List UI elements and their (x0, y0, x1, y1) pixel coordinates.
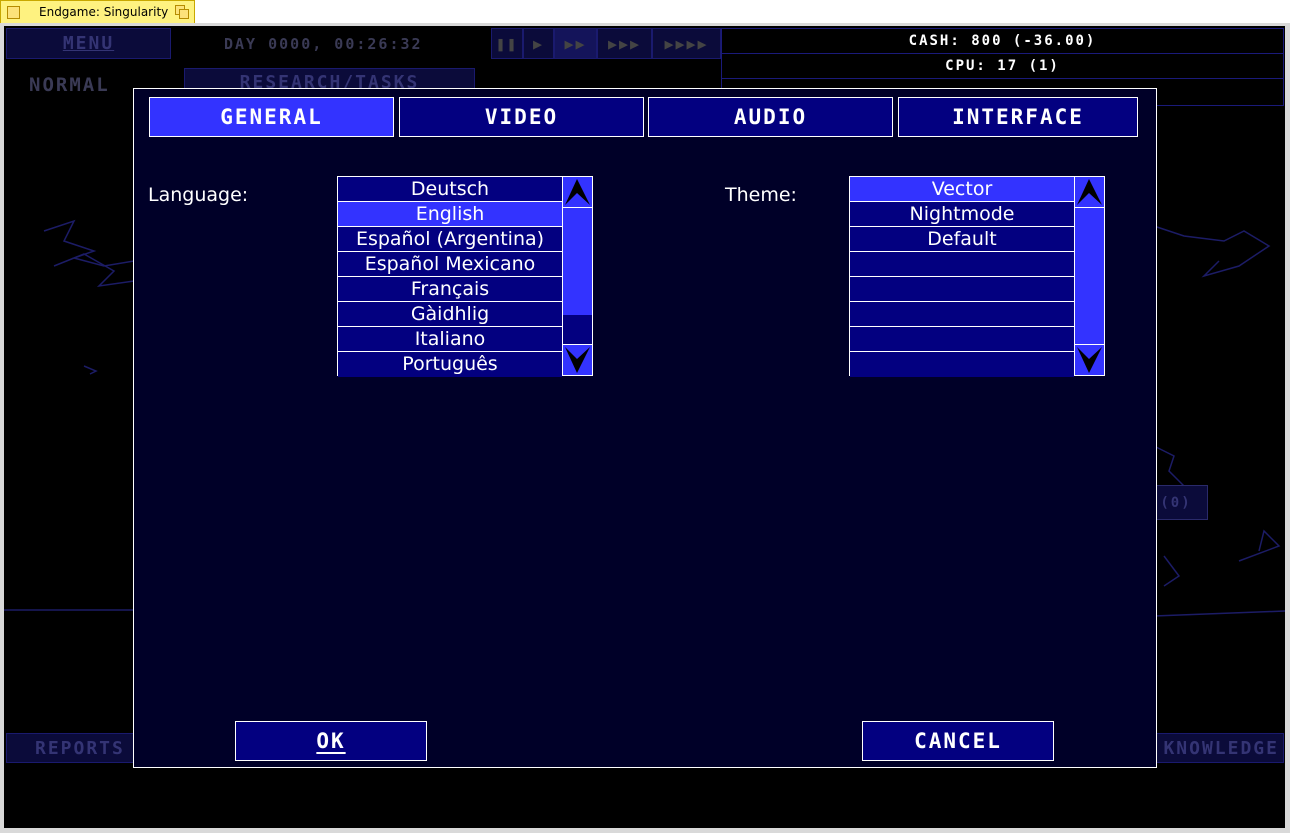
tab-interface[interactable]: INTERFACE (898, 97, 1138, 137)
theme-option-selected[interactable]: Vector (850, 177, 1074, 202)
language-option[interactable]: Gàidhlig (338, 302, 562, 327)
speed-2-button[interactable]: ▶▶ (554, 28, 597, 59)
scroll-down-arrow-icon[interactable] (1075, 344, 1104, 375)
theme-option-empty (850, 302, 1074, 327)
theme-list[interactable]: Vector Nightmode Default (849, 176, 1105, 377)
language-option[interactable]: Français (338, 277, 562, 302)
app-icon (7, 6, 20, 19)
tab-general-label: GENERAL (220, 105, 323, 129)
map-base-label: (0) (1160, 494, 1192, 511)
ok-button[interactable]: OK (235, 721, 427, 761)
language-option[interactable]: Português (338, 352, 562, 377)
knowledge-label: KNOWLEDGE (1163, 737, 1279, 759)
language-option-selected[interactable]: English (338, 202, 562, 227)
language-list[interactable]: Deutsch English Español (Argentina) Espa… (337, 176, 593, 377)
language-label: Language: (148, 184, 249, 206)
reports-label: REPORTS (35, 737, 125, 759)
scroll-down-arrow-icon[interactable] (563, 344, 592, 375)
scrollbar-track[interactable] (563, 315, 592, 344)
tab-audio-label: AUDIO (733, 105, 808, 129)
cpu-display: CPU: 17 (1) (721, 53, 1284, 79)
menu-button[interactable]: MENU (6, 28, 171, 59)
speed-pause-button[interactable]: ❚❚ (491, 28, 523, 59)
language-option[interactable]: Deutsch (338, 177, 562, 202)
language-scrollbar[interactable] (562, 177, 592, 375)
reports-button[interactable]: REPORTS (6, 733, 141, 763)
game-clock: DAY 0000, 00:26:32 (224, 35, 423, 53)
theme-option[interactable]: Default (850, 227, 1074, 252)
ok-label: OK (316, 729, 346, 753)
theme-option-empty (850, 327, 1074, 352)
language-option[interactable]: Español (Argentina) (338, 227, 562, 252)
scroll-up-arrow-icon[interactable] (1075, 177, 1104, 208)
theme-option-empty (850, 352, 1074, 377)
theme-option-empty (850, 252, 1074, 277)
speed-1-button[interactable]: ▶ (523, 28, 554, 59)
tab-video-label: VIDEO (484, 105, 559, 129)
tab-audio[interactable]: AUDIO (648, 97, 893, 137)
cancel-button[interactable]: CANCEL (862, 721, 1054, 761)
theme-label: Theme: (725, 184, 797, 206)
tab-general[interactable]: GENERAL (149, 97, 394, 137)
theme-scrollbar[interactable] (1074, 177, 1104, 375)
cancel-label: CANCEL (914, 729, 1002, 753)
restore-icon[interactable] (175, 5, 189, 19)
window-title: Endgame: Singularity (39, 5, 169, 19)
knowledge-button[interactable]: KNOWLEDGE (1144, 733, 1284, 763)
tab-interface-label: INTERFACE (952, 105, 1084, 129)
language-option[interactable]: Español Mexicano (338, 252, 562, 277)
theme-option-empty (850, 277, 1074, 302)
language-option[interactable]: Italiano (338, 327, 562, 352)
speed-3-button[interactable]: ▶▶▶ (597, 28, 652, 59)
menu-label: MENU (62, 33, 115, 54)
cash-display: CASH: 800 (-36.00) (721, 28, 1284, 54)
scroll-up-arrow-icon[interactable] (563, 177, 592, 208)
difficulty-label: NORMAL (29, 74, 110, 96)
speed-4-button[interactable]: ▶▶▶▶ (652, 28, 721, 59)
options-dialog: GENERAL VIDEO AUDIO INTERFACE Language: … (133, 88, 1157, 768)
theme-option[interactable]: Nightmode (850, 202, 1074, 227)
tab-video[interactable]: VIDEO (399, 97, 644, 137)
window-title-tab[interactable]: Endgame: Singularity (0, 0, 195, 23)
